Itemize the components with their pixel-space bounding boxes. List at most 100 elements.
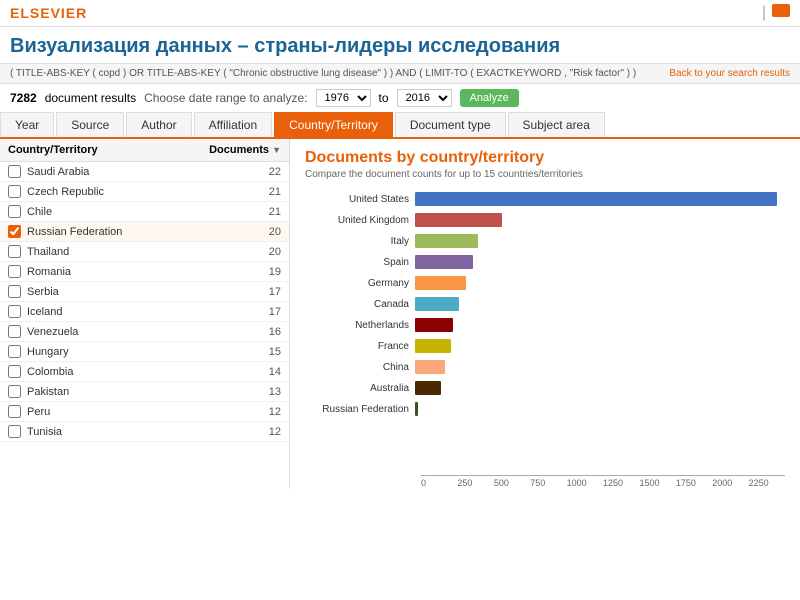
country-name: Russian Federation xyxy=(27,226,269,238)
documents-col-header: Documents ▼ xyxy=(209,144,281,156)
x-tick: 2000 xyxy=(712,478,748,488)
chart-bar-label: Russian Federation xyxy=(305,404,415,415)
country-checkbox[interactable] xyxy=(8,385,21,398)
country-checkbox[interactable] xyxy=(8,425,21,438)
chart-subtitle: Compare the document counts for up to 15… xyxy=(305,169,785,180)
country-checkbox[interactable] xyxy=(8,405,21,418)
country-count: 19 xyxy=(269,266,281,278)
bar-container xyxy=(415,213,785,227)
country-checkbox[interactable] xyxy=(8,225,21,238)
country-name: Saudi Arabia xyxy=(27,166,269,178)
back-to-results-link[interactable]: Back to your search results xyxy=(669,68,790,79)
list-item: Pakistan13 xyxy=(0,382,289,402)
country-checkbox[interactable] xyxy=(8,265,21,278)
x-tick: 1000 xyxy=(567,478,603,488)
list-item: Hungary15 xyxy=(0,342,289,362)
country-checkbox[interactable] xyxy=(8,205,21,218)
country-count: 20 xyxy=(269,226,281,238)
bar-chart: United StatesUnited KingdomItalySpainGer… xyxy=(305,190,785,475)
bar xyxy=(415,360,445,374)
bar-container xyxy=(415,318,785,332)
country-count: 12 xyxy=(269,406,281,418)
chart-bar-label: Italy xyxy=(305,236,415,247)
bar xyxy=(415,381,441,395)
bar xyxy=(415,297,459,311)
right-panel: Documents by country/territory Compare t… xyxy=(290,139,800,489)
country-checkbox[interactable] xyxy=(8,185,21,198)
country-checkbox[interactable] xyxy=(8,325,21,338)
country-count: 13 xyxy=(269,386,281,398)
tab-doctype[interactable]: Document type xyxy=(395,112,506,137)
x-tick: 250 xyxy=(457,478,493,488)
country-checkbox[interactable] xyxy=(8,365,21,378)
country-count: 17 xyxy=(269,286,281,298)
list-item: Chile21 xyxy=(0,202,289,222)
country-checkbox[interactable] xyxy=(8,285,21,298)
analyze-button[interactable]: Analyze xyxy=(460,89,519,107)
country-name: Thailand xyxy=(27,246,269,258)
chart-bar-label: United States xyxy=(305,194,415,205)
country-checkbox[interactable] xyxy=(8,305,21,318)
country-name: Peru xyxy=(27,406,269,418)
tab-year[interactable]: Year xyxy=(0,112,54,137)
country-col-header: Country/Territory xyxy=(8,144,98,156)
bar-container xyxy=(415,276,785,290)
list-item: Romania19 xyxy=(0,262,289,282)
country-count: 16 xyxy=(269,326,281,338)
bar xyxy=(415,276,466,290)
bar-container xyxy=(415,255,785,269)
chart-bar-label: United Kingdom xyxy=(305,215,415,226)
country-name: Czech Republic xyxy=(27,186,269,198)
query-bar: ( TITLE-ABS-KEY ( copd ) OR TITLE-ABS-KE… xyxy=(0,63,800,84)
chart-title: Documents by country/territory xyxy=(305,149,785,167)
chart-row: Italy xyxy=(305,232,785,250)
country-name: Hungary xyxy=(27,346,269,358)
bar xyxy=(415,192,777,206)
list-item: Iceland17 xyxy=(0,302,289,322)
tab-subject[interactable]: Subject area xyxy=(508,112,605,137)
x-tick: 2250 xyxy=(749,478,785,488)
chart-bar-label: China xyxy=(305,362,415,373)
bar xyxy=(415,402,418,416)
list-item: Czech Republic21 xyxy=(0,182,289,202)
country-checkbox[interactable] xyxy=(8,345,21,358)
x-tick: 1500 xyxy=(639,478,675,488)
bar-container xyxy=(415,360,785,374)
bar-container xyxy=(415,339,785,353)
list-item: Tunisia12 xyxy=(0,422,289,442)
country-count: 22 xyxy=(269,166,281,178)
country-checkbox[interactable] xyxy=(8,245,21,258)
bar-container xyxy=(415,192,785,206)
country-count: 14 xyxy=(269,366,281,378)
chart-row: United States xyxy=(305,190,785,208)
to-label: to xyxy=(379,91,389,105)
country-count: 17 xyxy=(269,306,281,318)
tab-source[interactable]: Source xyxy=(56,112,124,137)
tab-author[interactable]: Author xyxy=(126,112,191,137)
chart-row: Russian Federation xyxy=(305,400,785,418)
bar xyxy=(415,234,478,248)
chart-row: France xyxy=(305,337,785,355)
window-icon[interactable] xyxy=(772,4,790,17)
separator-icon: | xyxy=(762,4,766,22)
to-year-select[interactable]: 2016 xyxy=(397,89,452,107)
from-year-select[interactable]: 1976 xyxy=(316,89,371,107)
country-name: Iceland xyxy=(27,306,269,318)
tab-country[interactable]: Country/Territory xyxy=(274,112,393,137)
country-name: Chile xyxy=(27,206,269,218)
x-tick: 0 xyxy=(421,478,457,488)
results-bar: 7282 document results Choose date range … xyxy=(0,84,800,112)
chart-bar-label: Spain xyxy=(305,257,415,268)
country-checkbox[interactable] xyxy=(8,165,21,178)
bar xyxy=(415,318,453,332)
list-item: Serbia17 xyxy=(0,282,289,302)
list-item: Saudi Arabia22 xyxy=(0,162,289,182)
bar-container xyxy=(415,234,785,248)
chart-row: China xyxy=(305,358,785,376)
bar-container xyxy=(415,402,785,416)
country-name: Colombia xyxy=(27,366,269,378)
tab-affiliation[interactable]: Affiliation xyxy=(194,112,272,137)
chart-bar-label: Australia xyxy=(305,383,415,394)
country-name: Romania xyxy=(27,266,269,278)
country-count: 20 xyxy=(269,246,281,258)
